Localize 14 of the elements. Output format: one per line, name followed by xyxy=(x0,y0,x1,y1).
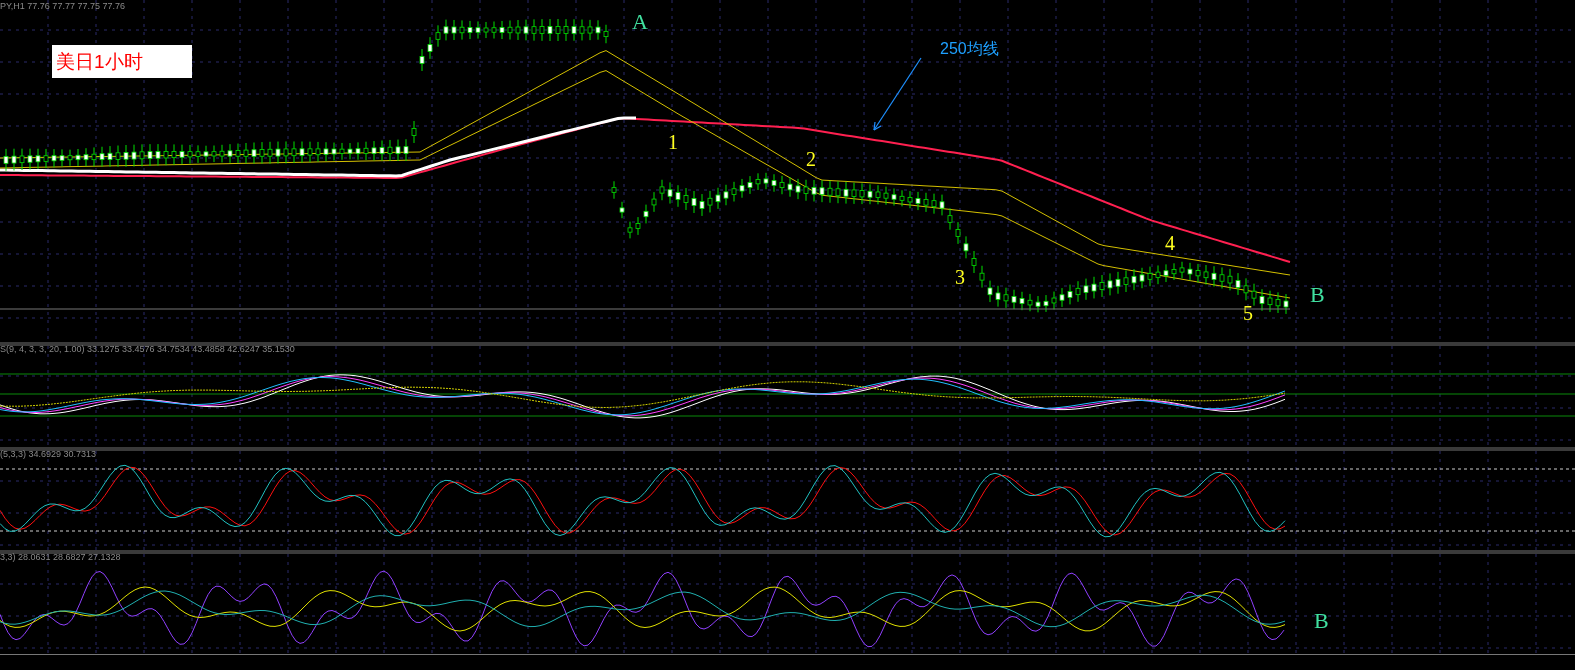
chart-marker-label: B xyxy=(1310,284,1325,306)
indicator-label: 3,3) 28.0631 28.6827 27.1328 xyxy=(0,551,121,564)
chart-marker-label: 3 xyxy=(955,267,965,287)
chart-title-label: 美日1小时 xyxy=(52,45,192,78)
chart-marker-label: B xyxy=(1314,610,1329,632)
chart-marker-label: 5 xyxy=(1243,303,1253,323)
chart-marker-label: 2 xyxy=(806,149,816,169)
indicator-label: (5,3,3) 34.6929 30.7313 xyxy=(0,448,97,461)
moving-average-label: 250均线 xyxy=(940,39,999,59)
indicator-label: S(9, 4, 3, 3, 20, 1.00) 33.1275 33.4576 34.7534 43.4858 42.6247 35.1530 xyxy=(0,343,295,356)
chart-header: PY,H1 77.76 77.77 77.75 77.76 xyxy=(0,0,125,13)
chart-marker-label: 4 xyxy=(1165,233,1175,253)
chart-marker-label: 1 xyxy=(668,132,678,152)
chart-marker-label: A xyxy=(632,11,648,33)
